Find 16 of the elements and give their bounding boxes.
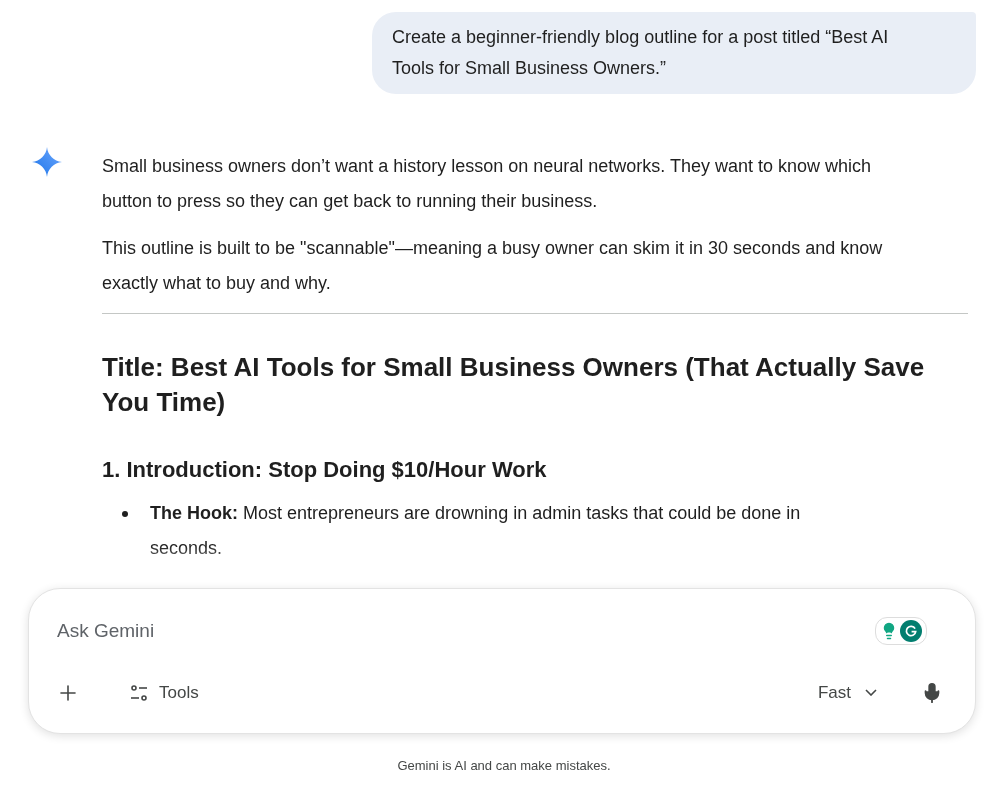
chevron-down-icon — [865, 689, 877, 696]
outline-title: Title: Best AI Tools for Small Business Owners (That Actually Save You Time) — [102, 351, 926, 419]
bullet-text: The Hook: Most entrepreneurs are drowning in admin tasks that could be done in seconds. — [150, 502, 802, 560]
bullet-icon — [122, 511, 128, 517]
section-heading: 1. Introduction: Stop Doing $10/Hour Work — [102, 456, 548, 484]
sliders-icon — [129, 682, 149, 703]
grammarly-widget[interactable] — [875, 617, 927, 646]
mode-selector[interactable]: Fast — [817, 679, 877, 706]
user-message-text: Create a beginner-friendly blog outline for a post titled “Best AI Tools for Small Business Owners.” — [392, 26, 890, 80]
prompt-input[interactable]: Ask Gemini — [57, 617, 875, 646]
response-paragraph: This outline is built to be "scannable"—meaning a busy owner can skim it in 30 seconds and know exactly what to buy and why. — [102, 237, 884, 295]
response-paragraph: Small business owners don’t want a history lesson on neural networks. They want to know which button to press so they can get back to running their business. — [102, 155, 873, 213]
tools-button[interactable]: Tools — [129, 679, 199, 706]
disclaimer: Gemini is AI and can make mistakes. — [397, 757, 611, 775]
sparkle-icon — [32, 147, 62, 177]
g-logo-icon — [900, 620, 922, 643]
